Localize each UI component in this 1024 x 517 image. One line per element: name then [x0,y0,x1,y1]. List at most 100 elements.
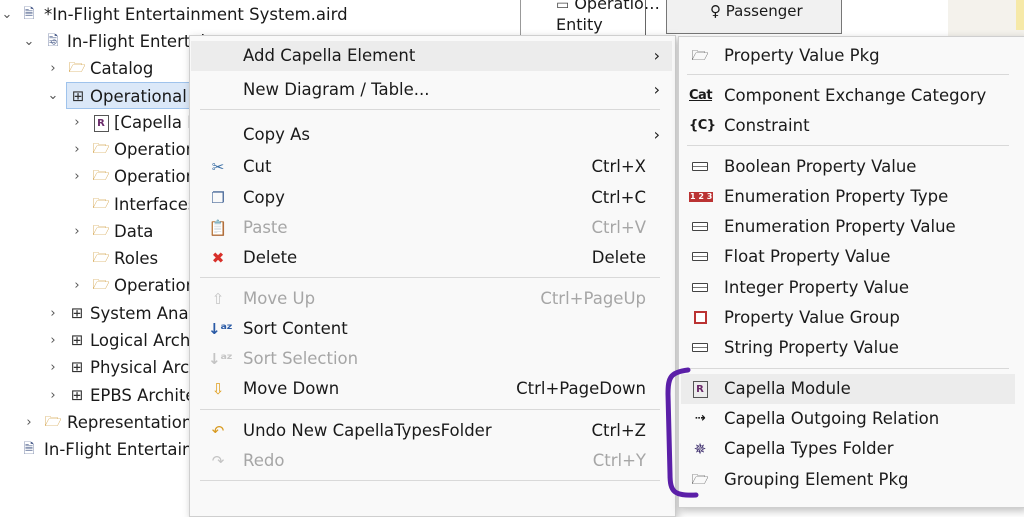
submenu-item-label: String Property Value [724,338,899,357]
menu-item-undo[interactable]: ↶ Undo New CapellaTypesFolder Ctrl+Z [191,416,672,446]
submenu-item-boolean-property-value[interactable]: Boolean Property Value [681,152,1015,182]
submenu-item-label: Constraint [724,116,810,135]
project-icon: 🗟 [47,33,59,49]
grid-icon: ⊞ [70,358,84,376]
menu-item-label: Cut [243,157,272,176]
paste-icon: 📋 [208,219,228,237]
tree-item-label: Interfaces [114,195,197,214]
delete-icon: ✖ [211,249,225,267]
chevron-right-icon[interactable]: › [22,409,36,436]
submenu-item-integer-property-value[interactable]: Integer Property Value [681,273,1015,303]
chevron-right-icon[interactable]: › [46,327,60,354]
passenger-label: ♀ Passenger [710,2,803,20]
chevron-right-icon[interactable]: › [70,136,84,163]
menu-item-label: Move Up [243,289,316,308]
chevron-right-icon[interactable]: › [46,354,60,381]
chevron-down-icon[interactable]: ⌄ [0,1,14,28]
property-value-icon [689,152,711,182]
grid-icon: ⊞ [71,87,85,105]
document-icon: 🗎 [23,441,35,457]
arrow-up-icon: ⇧ [211,290,225,308]
menu-item-label: Paste [243,218,288,237]
submenu-item-label: Boolean Property Value [724,157,917,176]
entity-name-line1: Operatio… [574,0,660,13]
menu-item-sort-content[interactable]: ↓ᵃᶻ Sort Content [191,314,672,344]
tree-item-label: Catalog [90,59,154,78]
sort-az-icon: ↓ᵃᶻ [208,350,233,368]
tree-item-label: Data [114,222,154,241]
menu-shortcut: Ctrl+Z [591,421,647,440]
passenger-name: Passenger [725,2,803,20]
tree-item-operational-analysis[interactable]: ⊞ Operational A [66,82,203,109]
tree-item-label: System Analy [90,304,203,323]
chevron-right-icon[interactable]: › [70,163,84,190]
diagram-element-strip [1016,0,1024,30]
submenu-item-float-property-value[interactable]: Float Property Value [681,242,1015,272]
grid-icon: ⊞ [70,386,84,404]
menu-item-cut[interactable]: ✂ Cut Ctrl+X [191,152,672,182]
menu-item-sort-selection[interactable]: ↓ᵃᶻ Sort Selection [191,344,672,374]
tree-item-aird-file[interactable]: ⌄ 🗎 *In-Flight Entertainment System.aird [0,1,520,28]
scissors-icon: ✂ [211,158,225,176]
tree-item-label: Representations [67,413,201,432]
menu-item-copy[interactable]: ❐ Copy Ctrl+C [191,183,672,213]
folder-icon: 🗁 [44,414,62,430]
submenu-item-capella-outgoing-relation[interactable]: ⇢ Capella Outgoing Relation [681,404,1015,434]
submenu-item-label: Enumeration Property Type [724,187,949,206]
chevron-right-icon[interactable]: › [46,55,60,82]
annotation-bracket [665,367,699,498]
submenu-item-capella-types-folder[interactable]: ✵ Capella Types Folder [681,434,1015,464]
menu-item-copy-as[interactable]: Copy As › [191,120,672,150]
menu-item-move-up[interactable]: ⇧ Move Up Ctrl+PageUp [191,284,672,314]
submenu-item-string-property-value[interactable]: String Property Value [681,333,1015,363]
submenu-item-label: Capella Types Folder [724,439,894,458]
grid-icon: ⊞ [70,331,84,349]
chevron-right-icon[interactable]: › [46,300,60,327]
menu-shortcut: Ctrl+PageDown [516,379,646,398]
chevron-right-icon[interactable]: › [70,109,84,136]
menu-item-label: New Diagram / Table... [243,80,430,99]
submenu-item-label: Integer Property Value [724,278,909,297]
chevron-right-icon: › [653,125,660,144]
menu-item-add-capella-element[interactable]: Add Capella Element › [191,41,672,71]
menu-shortcut: Ctrl+Y [592,451,646,470]
chevron-right-icon[interactable]: › [70,218,84,245]
submenu-item-enumeration-property-value[interactable]: Enumeration Property Value [681,212,1015,242]
submenu-item-label: Component Exchange Category [724,86,987,105]
chevron-right-icon[interactable]: › [70,272,84,299]
submenu-item-constraint[interactable]: {C} Constraint [681,111,1015,141]
add-capella-element-submenu: 🗁 Property Value Pkg Cat Component Excha… [678,36,1024,508]
chevron-down-icon[interactable]: ⌄ [46,82,60,109]
tree-item-label: Operational A [90,87,204,106]
menu-item-paste[interactable]: 📋 Paste Ctrl+V [191,213,672,243]
tree-item-label: Physical Arch [90,358,200,377]
operational-entity-label: ▭ Operatio… Entity [556,0,660,35]
menu-item-redo[interactable]: ↷ Redo Ctrl+Y [191,446,672,476]
chevron-right-icon[interactable]: › [46,382,60,409]
submenu-item-capella-module[interactable]: R Capella Module [681,374,1015,404]
submenu-item-label: Property Value Group [724,308,900,327]
tree-item-label: *In-Flight Entertainment System.aird [44,5,348,24]
menu-item-new-diagram-table[interactable]: New Diagram / Table... › [191,75,672,105]
folder-icon: 🗁 [92,141,110,157]
tree-item-label: EPBS Archite [90,386,196,405]
menu-item-move-down[interactable]: ⇩ Move Down Ctrl+PageDown [191,374,672,404]
menu-item-label: Move Down [243,379,340,398]
diagram-divider [520,0,521,36]
chevron-down-icon[interactable]: ⌄ [22,28,36,55]
context-menu: Add Capella Element › New Diagram / Tabl… [189,35,676,517]
menu-separator [687,368,1009,369]
property-value-icon [689,242,711,272]
menu-item-delete[interactable]: ✖ Delete Delete [191,243,672,273]
folder-icon: 🗁 [92,223,110,239]
submenu-item-component-exchange-category[interactable]: Cat Component Exchange Category [681,81,1015,111]
submenu-item-grouping-element-pkg[interactable]: 🗁 Grouping Element Pkg [681,465,1015,495]
undo-icon: ↶ [211,422,225,440]
folder-icon: 🗁 [691,48,709,64]
menu-separator [200,409,660,410]
submenu-item-property-value-group[interactable]: Property Value Group [681,303,1015,333]
submenu-item-property-value-pkg[interactable]: 🗁 Property Value Pkg [681,41,1015,71]
submenu-item-enumeration-property-type[interactable]: 1 2 3 Enumeration Property Type [681,182,1015,212]
redo-icon: ↷ [211,452,225,470]
tree-item-label: Operation [114,276,197,295]
